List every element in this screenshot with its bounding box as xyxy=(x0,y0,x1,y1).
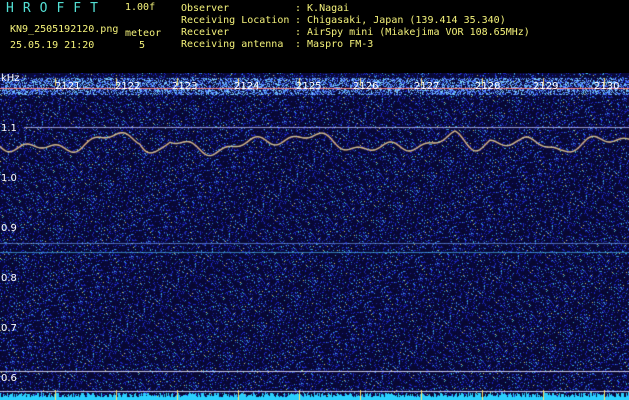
time-tick-label: 2126 xyxy=(353,81,379,92)
y-tick-label: 1.0 xyxy=(1,173,17,184)
spectrogram-canvas xyxy=(0,73,629,400)
mode-value: 5 xyxy=(139,40,146,51)
datetime-label: 25.05.19 21:20 xyxy=(10,40,95,51)
y-tick-label: 0.9 xyxy=(1,223,17,234)
receiver-value: : AirSpy mini (Miakejima VOR 108.65MHz) xyxy=(295,27,530,38)
time-tick-label: 2127 xyxy=(414,81,440,92)
y-tick-label: 1.1 xyxy=(1,123,17,134)
antenna-label: Receiving antenna xyxy=(181,39,284,50)
y-tick-label: 0.8 xyxy=(1,273,17,284)
app-title: HROFFT xyxy=(6,1,107,16)
y-tick-label: 0.6 xyxy=(1,373,17,384)
time-tick-label: 2123 xyxy=(172,81,198,92)
location-label: Receiving Location xyxy=(181,15,290,26)
observer-value: : K.Nagai xyxy=(295,3,350,14)
filename-label: KN9_2505192120.png xyxy=(10,24,119,35)
time-tick-label: 2125 xyxy=(296,81,322,92)
time-tick-label: 2130 xyxy=(594,81,620,92)
time-tick-label: 2121 xyxy=(55,81,81,92)
version-label: 1.00f xyxy=(125,2,156,13)
antenna-value: : Maspro FM-3 xyxy=(295,39,374,50)
receiver-label: Receiver xyxy=(181,27,230,38)
mode-label: meteor xyxy=(125,28,162,39)
time-tick-label: 2124 xyxy=(234,81,260,92)
time-tick-label: 2129 xyxy=(533,81,559,92)
location-value: : Chigasaki, Japan (139.414 35.340) xyxy=(295,15,506,26)
time-tick-label: 2122 xyxy=(115,81,141,92)
y-tick-label: 0.7 xyxy=(1,323,17,334)
y-unit-label: kHz xyxy=(1,73,20,84)
time-tick-label: 2128 xyxy=(475,81,501,92)
observer-label: Observer xyxy=(181,3,230,14)
